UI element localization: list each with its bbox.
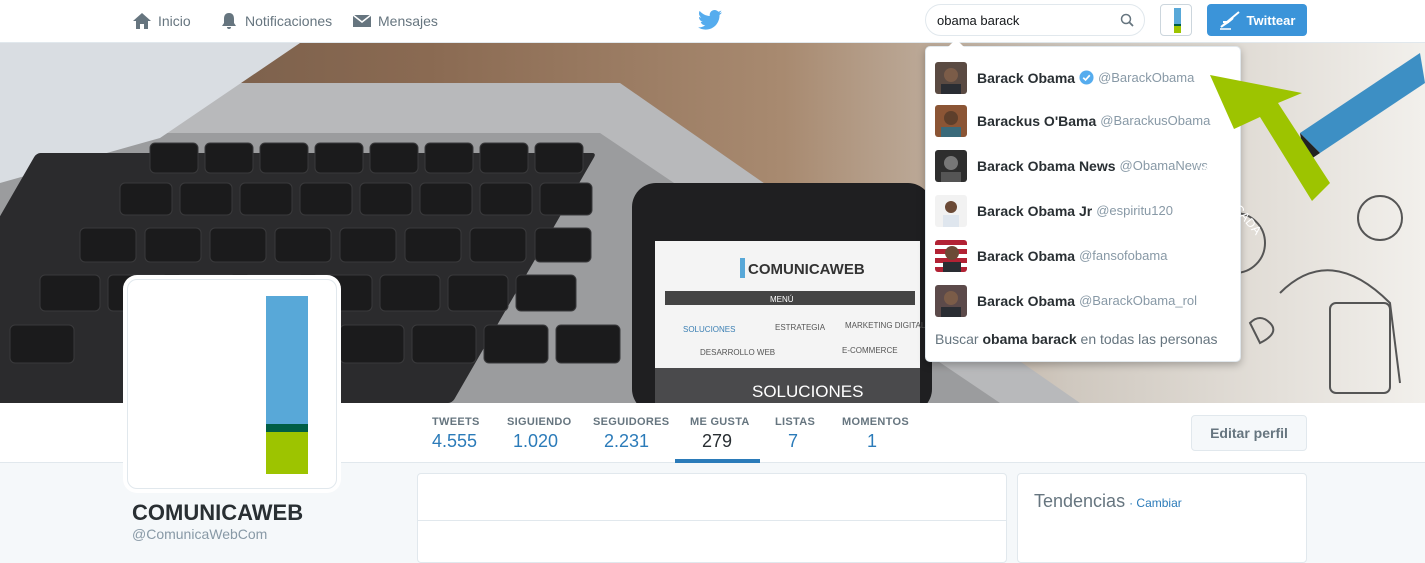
search-all-prefix: Buscar [935,331,979,347]
verified-badge-icon [1079,70,1094,85]
stat-lists[interactable]: LISTAS 7 [775,416,815,452]
stat-label: ME GUSTA [690,416,750,428]
search-icon[interactable] [1120,13,1134,27]
timeline-card [417,473,1007,563]
svg-text:MENÚ: MENÚ [770,295,794,304]
nav-home[interactable]: Inicio [132,0,191,41]
stat-label: SEGUIDORES [593,416,670,428]
search-result-item[interactable]: Barack Obama @BarackObama_rol [926,278,1240,323]
top-navigation-bar: Inicio Notificaciones Mensajes Twittear [0,0,1425,43]
result-handle: @fansofobama [1079,248,1168,263]
avatar-logo-green [266,432,308,474]
stat-value: 1.020 [513,431,559,451]
svg-text:ESTRATEGIA: ESTRATEGIA [775,323,826,332]
result-name: Barackus O'Bama [977,112,1097,129]
svg-text:SOLUCIONES: SOLUCIONES [683,325,735,334]
search-result-item[interactable]: Barack Obama @fansofobama [926,233,1240,278]
avatar-logo-dark [266,424,308,432]
stat-tweets[interactable]: TWEETS 4.555 [432,416,480,452]
svg-text:DESARROLLO WEB: DESARROLLO WEB [700,348,775,357]
stat-value: 279 [702,431,733,451]
bell-icon [222,12,236,29]
trends-change-link[interactable]: · Cambiar [1129,496,1182,510]
twitter-bird-icon[interactable] [698,9,722,31]
active-tab-indicator [675,459,760,463]
tweet-button-label: Twittear [1246,12,1296,28]
envelope-icon [352,13,372,27]
stat-value: 1 [867,431,878,451]
result-handle: @espiritu120 [1096,203,1173,218]
trends-title-label: Tendencias [1034,491,1126,511]
result-avatar [935,149,967,182]
stat-label: LISTAS [775,416,816,428]
nav-notifications[interactable]: Notificaciones [219,0,332,41]
avatar-logo-green [1174,26,1181,33]
stat-following[interactable]: SIGUIENDO 1.020 [507,416,571,452]
stat-followers[interactable]: SEGUIDORES 2.231 [593,416,669,452]
nav-notifications-label: Notificaciones [245,12,333,29]
stat-value: 2.231 [604,431,650,451]
profile-handle[interactable]: @ComunicaWebCom [132,526,267,542]
result-avatar [935,239,967,272]
search-box[interactable] [925,4,1145,36]
avatar-logo-blue [1174,8,1181,24]
tweet-button[interactable]: Twittear [1207,4,1307,36]
result-name: Barack Obama [977,292,1076,309]
stat-label: SIGUIENDO [507,416,572,428]
search-all-people-link[interactable]: Buscar obama barack en todas las persona… [935,331,1218,347]
trends-card: Tendencias · Cambiar [1017,473,1307,563]
profile-avatar[interactable] [127,279,337,489]
nav-messages-label: Mensajes [378,12,438,29]
search-input[interactable] [937,12,1117,28]
result-name: Barack Obama [977,247,1076,264]
divider [418,520,1006,521]
search-all-query: obama barack [982,331,1077,347]
stat-value: 4.555 [432,431,478,451]
svg-text:SOLUCIONES: SOLUCIONES [752,382,863,401]
svg-text:E-COMMERCE: E-COMMERCE [842,346,898,355]
stat-label: TWEETS [432,416,480,428]
home-icon [133,12,151,29]
stat-moments[interactable]: MOMENTOS 1 [842,416,909,452]
result-name: Barack Obama News [977,157,1116,174]
result-avatar [935,61,967,94]
stat-label: MOMENTOS [842,416,909,428]
svg-text:MARKETING DIGITAL: MARKETING DIGITAL [845,321,926,330]
result-name: Barack Obama Jr [977,202,1093,219]
result-name: Barack Obama [977,69,1076,86]
search-all-suffix: en todas las personas [1080,331,1218,347]
result-handle: @BarackObama_rol [1079,293,1198,308]
nav-messages[interactable]: Mensajes [352,0,438,41]
avatar-logo-blue [266,296,308,424]
result-avatar [935,194,967,227]
result-avatar [935,284,967,317]
edit-profile-button[interactable]: Editar perfil [1191,415,1307,451]
trends-title: Tendencias · Cambiar [1034,491,1182,512]
svg-text:COMUNICAWEB: COMUNICAWEB [748,261,865,278]
user-avatar-menu[interactable] [1160,4,1192,36]
stat-value: 7 [788,431,799,451]
nav-home-label: Inicio [158,12,191,29]
profile-name[interactable]: COMUNICAWEB [132,500,303,526]
result-avatar [935,104,967,137]
stat-likes[interactable]: ME GUSTA 279 [690,416,750,452]
compose-quill-icon [1219,11,1240,30]
